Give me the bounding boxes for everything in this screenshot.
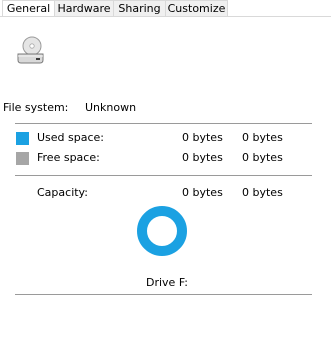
used-space-label: Used space: <box>37 131 105 144</box>
tab-customize-label: Customize <box>167 2 226 15</box>
drive-usage-chart <box>136 205 188 257</box>
free-space-label: Free space: <box>37 151 100 164</box>
separator-middle <box>15 175 312 176</box>
drive-icon-graphic <box>17 36 44 64</box>
tab-hardware-label: Hardware <box>57 2 111 15</box>
free-space-size: 0 bytes <box>242 151 283 164</box>
used-space-bytes: 0 bytes <box>182 131 223 144</box>
tab-sharing-label: Sharing <box>118 2 161 15</box>
used-space-size: 0 bytes <box>242 131 283 144</box>
tab-general-label: General <box>6 2 51 15</box>
tab-general[interactable]: General <box>2 0 55 16</box>
separator-top <box>15 123 312 124</box>
drive-icon <box>14 34 48 64</box>
properties-tabs: General Hardware Sharing Customize <box>0 0 331 17</box>
file-system-label: File system: <box>3 101 69 114</box>
free-space-bytes: 0 bytes <box>182 151 223 164</box>
capacity-bytes: 0 bytes <box>182 186 223 199</box>
separator-bottom <box>15 294 312 295</box>
capacity-size: 0 bytes <box>242 186 283 199</box>
drive-usage-ring <box>137 206 187 256</box>
used-space-swatch <box>16 132 29 145</box>
capacity-label: Capacity: <box>37 186 88 199</box>
drive-usage-chart-svg <box>137 206 187 256</box>
file-system-value: Unknown <box>85 101 137 114</box>
tab-hardware[interactable]: Hardware <box>54 0 114 16</box>
tab-divider <box>0 16 331 17</box>
tab-customize[interactable]: Customize <box>165 0 228 16</box>
tab-sharing[interactable]: Sharing <box>113 0 166 16</box>
free-space-swatch <box>16 152 29 165</box>
drive-label: Drive F: <box>146 276 189 289</box>
